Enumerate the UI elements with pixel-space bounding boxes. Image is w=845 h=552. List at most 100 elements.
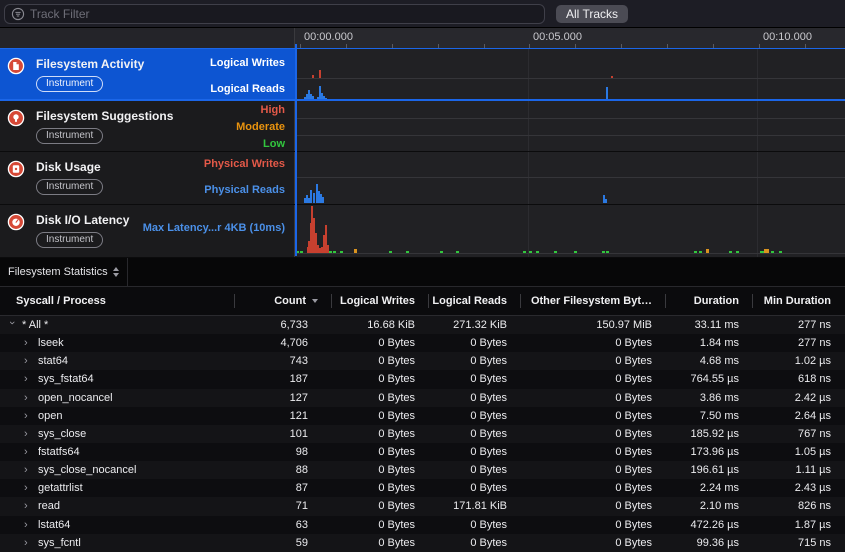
table-cell: ›lstat64 [0, 519, 235, 531]
latency-bar [329, 251, 332, 253]
table-row[interactable]: ›sys_fstat641870 Bytes0 Bytes0 Bytes764.… [0, 370, 845, 388]
expand-chevron-icon[interactable]: › [24, 519, 32, 531]
track-label[interactable]: Disk I/O Latency Instrument Max Latency.… [0, 205, 295, 257]
track-chart-filesystem-suggestions[interactable] [295, 101, 845, 151]
latency-bar [606, 251, 609, 253]
table-cell: 1.02 µs [753, 355, 845, 367]
ruler-time-label: 00:05.000 [533, 31, 582, 43]
table-cell: 826 ns [753, 500, 845, 512]
lane-separator [295, 78, 845, 79]
column-header-duration[interactable]: Duration [666, 287, 753, 315]
table-row[interactable]: ›read710 Bytes171.81 KiB0 Bytes2.10 ms82… [0, 497, 845, 515]
table-cell: ›sys_fstat64 [0, 373, 235, 385]
collapse-chevron-icon[interactable]: › [6, 321, 18, 329]
table-row[interactable]: ›fstatfs64980 Bytes0 Bytes0 Bytes173.96 … [0, 443, 845, 461]
table-cell: 277 ns [753, 337, 845, 349]
latency-bar [771, 251, 774, 253]
table-row[interactable]: ›lstat64630 Bytes0 Bytes0 Bytes472.26 µs… [0, 516, 845, 534]
track-label[interactable]: Disk Usage Instrument Physical Writes Ph… [0, 152, 295, 204]
column-header-logical-writes[interactable]: Logical Writes [332, 287, 429, 315]
expand-chevron-icon[interactable]: › [24, 355, 32, 367]
table-cell: 0 Bytes [332, 428, 429, 440]
expand-chevron-icon[interactable]: › [24, 537, 32, 549]
table-cell: 2.64 µs [753, 410, 845, 422]
expand-chevron-icon[interactable]: › [24, 482, 32, 494]
table-cell: 743 [235, 355, 332, 367]
column-header-other-filesystem-bytes[interactable]: Other Filesystem Byt… [521, 287, 666, 315]
table-cell: 0 Bytes [332, 500, 429, 512]
time-ruler[interactable]: 00:00.00000:05.00000:10.000 [295, 28, 845, 48]
table-cell: 0 Bytes [521, 464, 666, 476]
ruler-row: 00:00.00000:05.00000:10.000 [0, 28, 845, 48]
stats-body: ›* All *6,73316.68 KiB271.32 KiB150.97 M… [0, 316, 845, 552]
table-cell: 16.68 KiB [332, 319, 429, 331]
table-row[interactable]: ›getattrlist870 Bytes0 Bytes0 Bytes2.24 … [0, 479, 845, 497]
table-cell: 472.26 µs [666, 519, 753, 531]
track-label[interactable]: Filesystem Activity Instrument Logical W… [0, 49, 295, 99]
table-row[interactable]: ›sys_fcntl590 Bytes0 Bytes0 Bytes99.36 µ… [0, 534, 845, 552]
detail-view-selector[interactable]: Filesystem Statistics [0, 258, 127, 286]
table-cell: 0 Bytes [521, 428, 666, 440]
track-filter-field[interactable] [4, 4, 545, 24]
table-cell: 0 Bytes [429, 537, 521, 549]
physical-reads-bar [310, 190, 312, 203]
gauge-icon [7, 213, 25, 231]
table-cell: 98 [235, 446, 332, 458]
syscall-name: sys_fcntl [38, 537, 81, 549]
table-cell: 127 [235, 392, 332, 404]
table-cell: ›lseek [0, 337, 235, 349]
expand-chevron-icon[interactable]: › [24, 373, 32, 385]
track-filter-input[interactable] [30, 7, 538, 21]
column-header-count[interactable]: Count [235, 287, 332, 315]
table-cell: 715 ns [753, 537, 845, 549]
column-header-syscall-process[interactable]: Syscall / Process [0, 287, 235, 315]
table-cell: ›sys_close_nocancel [0, 464, 235, 476]
table-row[interactable]: ›open_nocancel1270 Bytes0 Bytes0 Bytes3.… [0, 389, 845, 407]
table-row[interactable]: ›stat647430 Bytes0 Bytes0 Bytes4.68 ms1.… [0, 352, 845, 370]
column-header-min-duration[interactable]: Min Duration [753, 287, 845, 315]
track-row-disk-usage[interactable]: Disk Usage Instrument Physical Writes Ph… [0, 152, 845, 205]
table-cell: 0 Bytes [429, 392, 521, 404]
expand-chevron-icon[interactable]: › [24, 428, 32, 440]
expand-chevron-icon[interactable]: › [24, 337, 32, 349]
table-row[interactable]: ›* All *6,73316.68 KiB271.32 KiB150.97 M… [0, 316, 845, 334]
table-cell: 767 ns [753, 428, 845, 440]
track-label[interactable]: Filesystem Suggestions Instrument High M… [0, 101, 295, 151]
expand-chevron-icon[interactable]: › [24, 410, 32, 422]
table-cell: ›open_nocancel [0, 392, 235, 404]
stats-bar-separator [127, 258, 128, 287]
track-chart-disk-usage[interactable] [295, 152, 845, 204]
track-row-filesystem-suggestions[interactable]: Filesystem Suggestions Instrument High M… [0, 101, 845, 152]
latency-bar [406, 251, 409, 253]
table-cell: 173.96 µs [666, 446, 753, 458]
table-cell: ›sys_close [0, 428, 235, 440]
table-cell: 0 Bytes [521, 410, 666, 422]
table-cell: 0 Bytes [332, 355, 429, 367]
table-cell: 99.36 µs [666, 537, 753, 549]
expand-chevron-icon[interactable]: › [24, 392, 32, 404]
table-cell: 3.86 ms [666, 392, 753, 404]
expand-chevron-icon[interactable]: › [24, 446, 32, 458]
logical-reads-bar [325, 98, 327, 99]
track-row-disk-io-latency[interactable]: Disk I/O Latency Instrument Max Latency.… [0, 205, 845, 258]
table-cell: 0 Bytes [332, 482, 429, 494]
all-tracks-button[interactable]: All Tracks [556, 5, 628, 23]
instrument-badge: Instrument [36, 76, 103, 92]
expand-chevron-icon[interactable]: › [24, 500, 32, 512]
table-row[interactable]: ›sys_close_nocancel880 Bytes0 Bytes0 Byt… [0, 461, 845, 479]
table-row[interactable]: ›lseek4,7060 Bytes0 Bytes0 Bytes1.84 ms2… [0, 334, 845, 352]
table-cell: 1.05 µs [753, 446, 845, 458]
column-header-logical-reads[interactable]: Logical Reads [429, 287, 521, 315]
table-cell: 0 Bytes [429, 464, 521, 476]
expand-chevron-icon[interactable]: › [24, 464, 32, 476]
track-chart-disk-io-latency[interactable] [295, 205, 845, 257]
table-cell: 1.87 µs [753, 519, 845, 531]
table-cell: 0 Bytes [332, 373, 429, 385]
table-row[interactable]: ›open1210 Bytes0 Bytes0 Bytes7.50 ms2.64… [0, 407, 845, 425]
table-row[interactable]: ›sys_close1010 Bytes0 Bytes0 Bytes185.92… [0, 425, 845, 443]
playhead[interactable] [295, 44, 297, 256]
track-chart-filesystem-activity[interactable] [295, 49, 845, 99]
table-cell: ›fstatfs64 [0, 446, 235, 458]
table-cell: ›stat64 [0, 355, 235, 367]
track-row-filesystem-activity[interactable]: Filesystem Activity Instrument Logical W… [0, 48, 845, 101]
